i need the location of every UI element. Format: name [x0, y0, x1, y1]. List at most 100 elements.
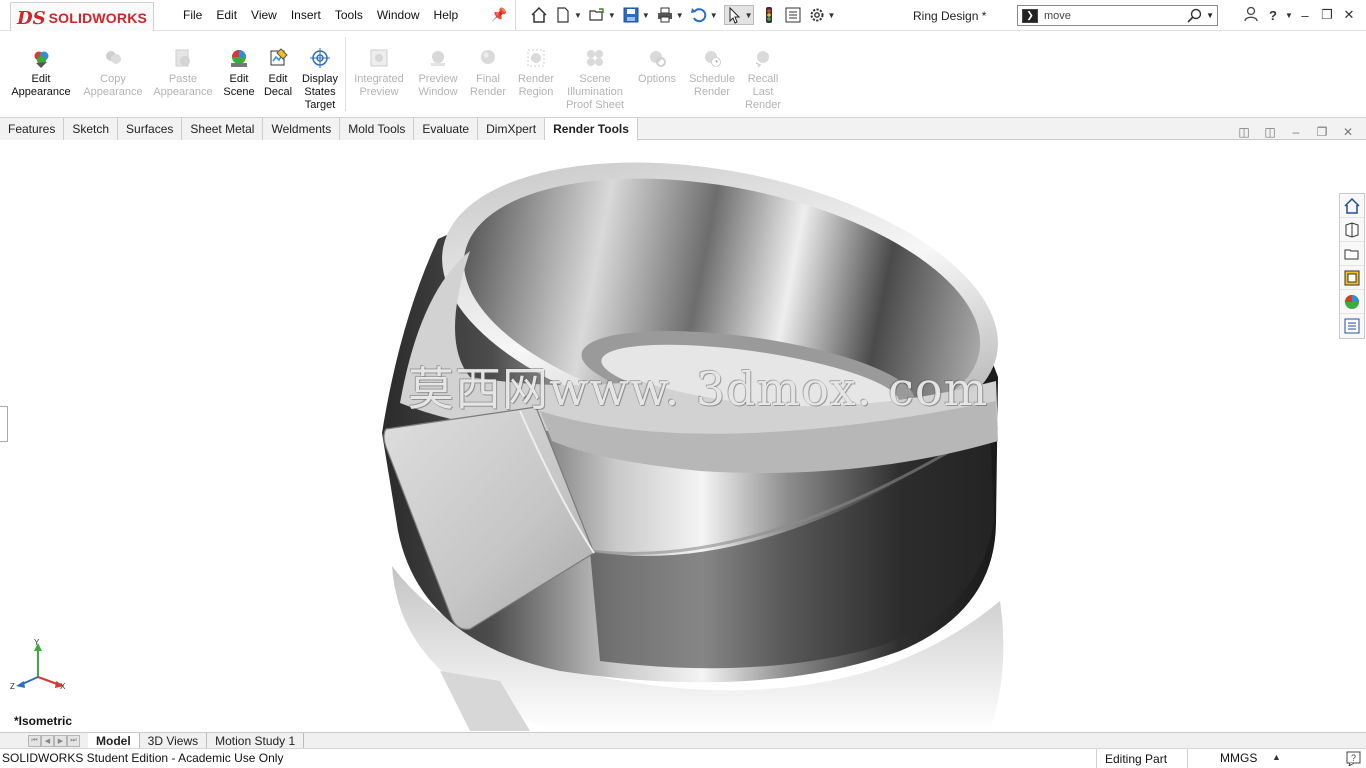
tab-dimxpert[interactable]: DimXpert: [478, 118, 546, 140]
open-button[interactable]: ▼: [588, 6, 616, 24]
appearances-scenes-icon[interactable]: [1340, 290, 1364, 314]
render-options-button[interactable]: Options: [634, 47, 680, 86]
new-document-icon: [554, 6, 572, 24]
feature-manager-toggle[interactable]: [0, 406, 8, 442]
tab-evaluate[interactable]: Evaluate: [414, 118, 479, 140]
menu-insert[interactable]: Insert: [284, 8, 328, 22]
tab-sketch[interactable]: Sketch: [64, 118, 119, 140]
chevron-down-icon[interactable]: ▼: [1206, 11, 1214, 20]
copy-appearance-icon: [102, 47, 124, 69]
copy-appearance-button[interactable]: Copy Appearance: [82, 47, 144, 99]
chevron-down-icon[interactable]: ▼: [710, 11, 718, 20]
search-icon[interactable]: [1187, 8, 1203, 27]
rebuild-button[interactable]: [760, 6, 778, 24]
paste-appearance-button[interactable]: Paste Appearance: [152, 47, 214, 99]
restore-icon[interactable]: ❐: [1314, 125, 1330, 139]
user-icon[interactable]: [1240, 6, 1262, 25]
print-button[interactable]: ▼: [656, 6, 684, 24]
preview-window-button[interactable]: Preview Window: [414, 47, 462, 99]
open-folder-icon: [588, 6, 606, 24]
chevron-up-icon[interactable]: ▲: [1272, 752, 1281, 762]
scene-illumination-label: Scene Illumination Proof Sheet: [565, 73, 625, 111]
render-region-button[interactable]: Render Region: [514, 47, 558, 99]
chevron-down-icon[interactable]: ▼: [828, 11, 836, 20]
tab-mold-tools[interactable]: Mold Tools: [340, 118, 415, 140]
menu-tools[interactable]: Tools: [328, 8, 370, 22]
chevron-down-icon[interactable]: ▼: [1284, 11, 1294, 20]
menu-view[interactable]: View: [244, 8, 284, 22]
edit-decal-label: Edit Decal: [263, 73, 293, 98]
undo-icon: [690, 6, 708, 24]
integrated-preview-button[interactable]: Integrated Preview: [349, 47, 409, 99]
next-tab-icon[interactable]: ▶: [54, 734, 67, 747]
solidworks-resources-icon[interactable]: [1340, 194, 1364, 218]
last-tab-icon[interactable]: ⏭: [67, 734, 80, 747]
minimize-icon[interactable]: –: [1288, 125, 1304, 139]
window-controls: ? ▼ – ❐ ✕: [1240, 0, 1366, 30]
menu-file[interactable]: File: [176, 8, 209, 22]
chevron-down-icon[interactable]: ▼: [574, 11, 582, 20]
schedule-render-icon: [701, 47, 723, 69]
restore-icon[interactable]: ❐: [1316, 7, 1338, 23]
help-icon[interactable]: ?: [1262, 8, 1284, 23]
tab-surfaces[interactable]: Surfaces: [118, 118, 183, 140]
scene-illumination-proof-sheet-button[interactable]: Scene Illumination Proof Sheet: [562, 47, 628, 112]
menu-edit[interactable]: Edit: [209, 8, 244, 22]
preview-window-icon: [427, 47, 449, 69]
tab-sheet-metal[interactable]: Sheet Metal: [182, 118, 264, 140]
tile-right-icon[interactable]: ◫: [1262, 125, 1278, 139]
design-library-icon[interactable]: [1340, 218, 1364, 242]
tile-left-icon[interactable]: ◫: [1236, 125, 1252, 139]
tab-weldments[interactable]: Weldments: [263, 118, 341, 140]
tab-render-tools[interactable]: Render Tools: [545, 118, 638, 141]
minimize-icon[interactable]: –: [1294, 8, 1316, 23]
menu-help[interactable]: Help: [427, 8, 466, 22]
unit-system[interactable]: MMGS: [1220, 751, 1257, 765]
display-states-target-button[interactable]: Display States Target: [298, 47, 342, 112]
first-tab-icon[interactable]: ⏮: [28, 734, 41, 747]
view-orientation-label: *Isometric: [14, 714, 73, 728]
select-button[interactable]: ▼: [723, 5, 754, 25]
custom-properties-icon[interactable]: [1340, 314, 1364, 338]
previous-tab-icon[interactable]: ◀: [41, 734, 54, 747]
menu-window[interactable]: Window: [370, 8, 427, 22]
undo-button[interactable]: ▼: [690, 6, 718, 24]
ring-model[interactable]: [0, 141, 1366, 732]
search-input[interactable]: [1044, 9, 1174, 22]
graphics-area[interactable]: 莫西网www. 3dmox. com Y Z X *Isometric: [0, 141, 1366, 732]
tab-features[interactable]: Features: [0, 118, 65, 140]
file-properties-button[interactable]: [784, 6, 802, 24]
edit-decal-button[interactable]: Edit Decal: [262, 47, 294, 99]
chevron-down-icon[interactable]: ▼: [676, 11, 684, 20]
file-explorer-icon[interactable]: [1340, 242, 1364, 266]
chevron-down-icon[interactable]: ▼: [642, 11, 650, 20]
save-button[interactable]: ▼: [622, 6, 650, 24]
command-search: ❯ ▼: [1017, 5, 1218, 26]
tab-3d-views[interactable]: 3D Views: [140, 732, 208, 749]
options-label: Options: [638, 73, 676, 85]
options-button[interactable]: ▼: [808, 6, 836, 24]
tab-model[interactable]: Model: [88, 732, 140, 749]
chevron-down-icon[interactable]: ▼: [745, 11, 753, 20]
integrated-preview-icon: [368, 47, 390, 69]
final-render-label: Final Render: [469, 73, 507, 98]
recall-last-render-button[interactable]: Recall Last Render: [742, 47, 784, 112]
pin-icon[interactable]: 📌: [491, 7, 507, 23]
close-icon[interactable]: ✕: [1340, 125, 1356, 139]
edit-appearance-button[interactable]: Edit Appearance: [10, 47, 72, 99]
view-palette-icon[interactable]: [1340, 266, 1364, 290]
title-bar: DS SOLIDWORKS File Edit View Insert Tool…: [0, 0, 1366, 34]
edit-scene-button[interactable]: Edit Scene: [220, 47, 258, 99]
editing-mode-status: Editing Part: [1096, 749, 1188, 768]
home-button[interactable]: [530, 6, 548, 24]
quick-tips-icon[interactable]: ?: [1346, 750, 1362, 768]
tab-motion-study-1[interactable]: Motion Study 1: [207, 732, 305, 749]
chevron-down-icon[interactable]: ▼: [608, 11, 616, 20]
schedule-render-button[interactable]: Schedule Render: [686, 47, 738, 99]
scene-sphere-icon: [228, 47, 250, 69]
solidworks-logo[interactable]: DS SOLIDWORKS: [10, 2, 154, 34]
final-render-button[interactable]: Final Render: [468, 47, 508, 99]
close-icon[interactable]: ✕: [1338, 7, 1360, 23]
new-document-button[interactable]: ▼: [554, 6, 582, 24]
logo-text: SOLIDWORKS: [48, 10, 148, 26]
